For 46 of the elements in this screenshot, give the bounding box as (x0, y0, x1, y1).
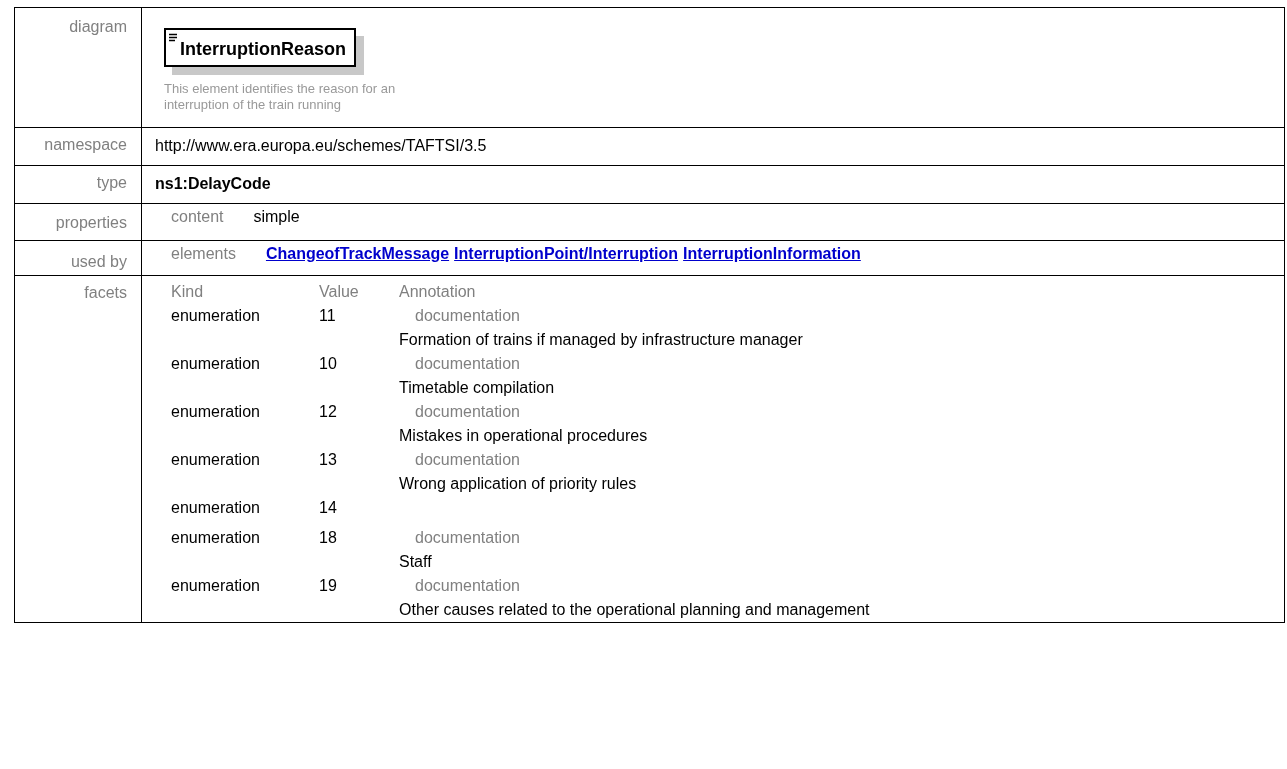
column-header: Kind (171, 282, 205, 302)
facet-value: 14 (319, 498, 338, 518)
annotation-label: documentation (414, 306, 521, 326)
annotation-text: Other causes related to the operational planning and management (399, 600, 871, 620)
facet-value: 13 (319, 450, 338, 470)
row-label: diagram (69, 18, 127, 35)
column-header: Annotation (399, 282, 477, 302)
facet-kind: enumeration (171, 402, 261, 422)
element-link[interactable]: ChangeofTrackMessage (265, 245, 450, 263)
row-label: used by (70, 253, 127, 270)
property-value: simple (253, 208, 300, 226)
facet-kind: enumeration (171, 450, 261, 470)
used-by-key: elements (171, 245, 236, 263)
element-link[interactable]: InterruptionInformation (683, 245, 861, 263)
row-label: namespace (44, 136, 127, 153)
lines-icon (169, 33, 178, 42)
annotation-label: documentation (414, 576, 521, 596)
facet-value: 10 (319, 354, 338, 374)
facet-value: 11 (319, 306, 337, 326)
row-label: type (96, 174, 127, 191)
annotation-label: documentation (414, 402, 521, 422)
facet-kind: enumeration (171, 576, 261, 596)
facet-value: 18 (319, 528, 338, 548)
column-header: Value (319, 282, 360, 302)
facet-kind: enumeration (171, 306, 261, 326)
annotation-text: Formation of trains if managed by infrastructure manager (399, 330, 804, 350)
annotation-label: documentation (414, 528, 521, 548)
element-name: InterruptionReason (180, 39, 346, 60)
facet-kind: enumeration (171, 498, 261, 518)
row-label: facets (84, 284, 127, 301)
annotation-text: Mistakes in operational procedures (399, 426, 649, 446)
type-value: ns1:DelayCode (155, 175, 271, 192)
annotation-text: Wrong application of priority rules (399, 474, 638, 494)
property-key: content (171, 208, 224, 226)
annotation-label: documentation (414, 354, 521, 374)
facet-kind: enumeration (171, 354, 261, 374)
facet-value: 19 (319, 576, 338, 596)
namespace-value: http://www.era.europa.eu/schemes/TAFTSI/3.5 (155, 137, 487, 154)
row-label: properties (55, 214, 127, 231)
element-link[interactable]: InterruptionPoint/Interruption (454, 245, 679, 263)
annotation-text: Staff (399, 552, 433, 572)
facet-kind: enumeration (171, 528, 261, 548)
element-description: This element identifies the reason for an interruption of the train running (164, 81, 397, 113)
annotation-label: documentation (414, 450, 521, 470)
annotation-text: Timetable compilation (399, 378, 556, 398)
facet-value: 12 (319, 402, 338, 422)
